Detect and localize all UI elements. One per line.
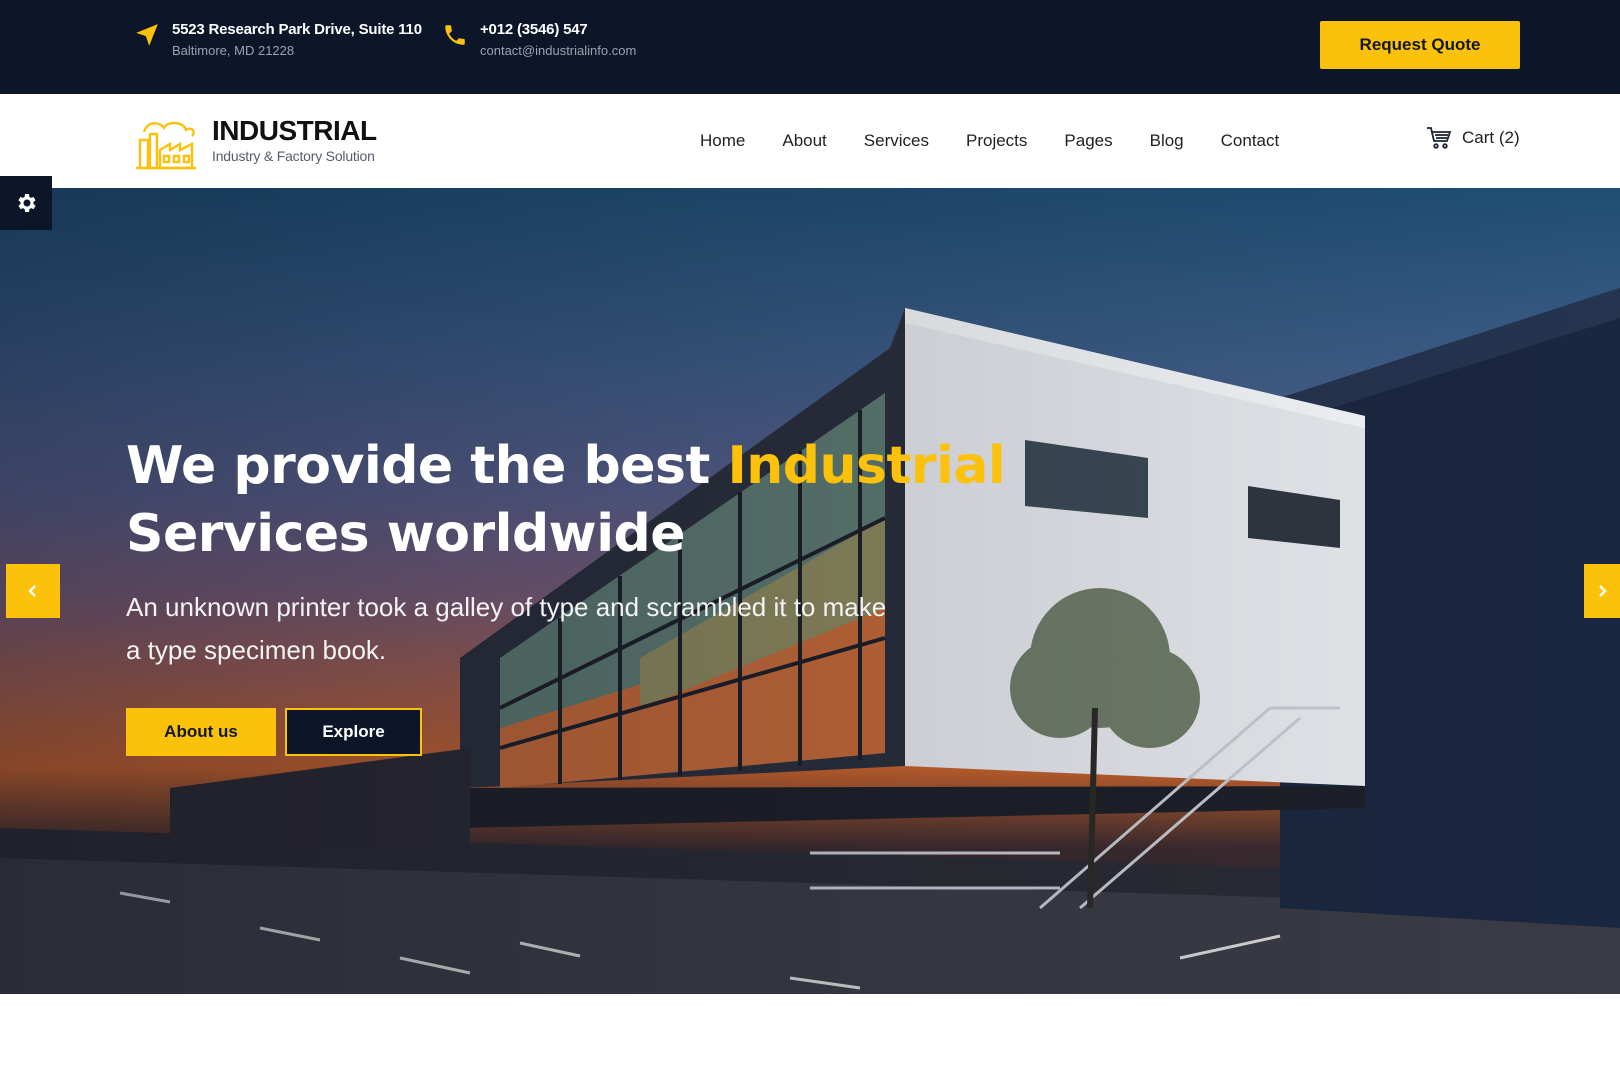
cart-label: Cart (2) [1462,128,1520,147]
hero-slider: We provide the best Industrial Services … [0,188,1620,994]
contact-email[interactable]: contact@industrialinfo.com [480,40,636,62]
nav-item-pages[interactable]: Pages [1064,131,1112,151]
brand-tagline: Industry & Factory Solution [212,148,375,164]
phone-number[interactable]: +012 (3546) 547 [480,20,636,40]
location-arrow-icon [136,24,158,46]
hero-title: We provide the best Industrial Services … [126,432,1026,568]
slider-prev-button[interactable] [6,564,60,618]
hero-title-end: Services worldwide [126,504,686,564]
nav-item-projects[interactable]: Projects [966,131,1027,151]
hero-title-highlight: Industrial [727,436,1006,496]
brand-name: INDUSTRIAL [212,115,377,146]
factory-logo-icon [136,121,196,170]
top-info-bar: 5523 Research Park Drive, Suite 110 Balt… [0,0,1620,94]
settings-toggle[interactable] [0,176,52,230]
contact-info: +012 (3546) 547 contact@industrialinfo.c… [442,20,636,62]
chevron-right-icon [1599,585,1607,597]
brand-logo[interactable]: INDUSTRIAL Industry & Factory Solution [134,110,377,172]
chevron-left-icon [28,585,36,597]
address-line1: 5523 Research Park Drive, Suite 110 [172,21,422,38]
request-quote-button[interactable]: Request Quote [1320,21,1520,69]
cart-button[interactable]: Cart (2) [1426,126,1520,150]
nav-item-services[interactable]: Services [864,131,929,151]
gear-icon [18,194,36,212]
address-line2: Baltimore, MD 21228 [172,43,295,58]
slider-next-button[interactable] [1584,564,1620,618]
cart-icon [1427,127,1452,149]
hero-subtitle: An unknown printer took a galley of type… [126,592,887,665]
nav-item-blog[interactable]: Blog [1150,131,1184,151]
address-info: 5523 Research Park Drive, Suite 110 Balt… [134,20,422,62]
main-nav: Home About Services Projects Pages Blog … [700,94,1316,188]
about-us-button[interactable]: About us [126,708,276,756]
hero-title-start: We provide the best [126,436,728,496]
phone-icon [445,25,465,45]
nav-item-about[interactable]: About [782,131,826,151]
main-header: INDUSTRIAL Industry & Factory Solution H… [0,94,1620,188]
nav-item-contact[interactable]: Contact [1221,131,1280,151]
nav-item-home[interactable]: Home [700,131,745,151]
explore-button[interactable]: Explore [285,708,422,756]
